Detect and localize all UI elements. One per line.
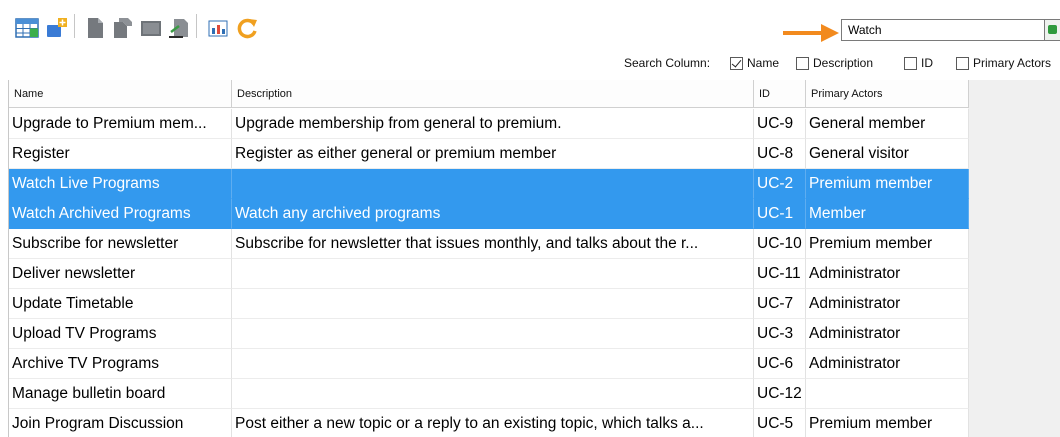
column-header-description[interactable]: Description: [232, 80, 754, 108]
table-row[interactable]: Upgrade to Premium mem... Upgrade members…: [9, 109, 969, 139]
table-row[interactable]: Join Program Discussion Post either a new…: [9, 409, 969, 437]
cell-id[interactable]: UC-7: [754, 289, 806, 319]
search-column-label: Search Column:: [624, 56, 711, 70]
export-icon[interactable]: [166, 15, 192, 41]
cell-id[interactable]: UC-3: [754, 319, 806, 349]
add-item-icon[interactable]: [44, 15, 70, 41]
table-row[interactable]: Archive TV Programs UC-6 Administrator: [9, 349, 969, 379]
cell-name[interactable]: Join Program Discussion: [9, 409, 232, 437]
cell-description[interactable]: Post either a new topic or a reply to an…: [232, 409, 754, 437]
cell-description[interactable]: [232, 349, 754, 379]
cell-name[interactable]: Watch Archived Programs: [9, 199, 232, 229]
cell-name[interactable]: Archive TV Programs: [9, 349, 232, 379]
search-column-primary-actors[interactable]: Primary Actors: [956, 54, 1051, 72]
checkbox-primary-actors[interactable]: [956, 57, 969, 70]
cell-primary-actors[interactable]: General visitor: [806, 139, 969, 169]
search-column-id[interactable]: ID: [904, 54, 933, 72]
cell-name[interactable]: Deliver newsletter: [9, 259, 232, 289]
toolbar-separator: [74, 14, 75, 38]
use-case-table: Name Description ID Primary Actors Upgra…: [8, 80, 969, 437]
cell-primary-actors[interactable]: Member: [806, 199, 969, 229]
cell-description[interactable]: Register as either general or premium me…: [232, 139, 754, 169]
cell-description[interactable]: [232, 289, 754, 319]
table-row[interactable]: Watch Live Programs UC-2 Premium member: [9, 169, 969, 199]
cell-id[interactable]: UC-11: [754, 259, 806, 289]
cell-primary-actors[interactable]: Administrator: [806, 349, 969, 379]
cell-description[interactable]: Subscribe for newsletter that issues mon…: [232, 229, 754, 259]
search-input[interactable]: [841, 19, 1045, 41]
search-go-icon: [1048, 25, 1057, 34]
column-header-primary-actors[interactable]: Primary Actors: [806, 80, 969, 108]
cell-name[interactable]: Subscribe for newsletter: [9, 229, 232, 259]
cell-description[interactable]: [232, 169, 754, 199]
cell-id[interactable]: UC-6: [754, 349, 806, 379]
cell-primary-actors[interactable]: Administrator: [806, 319, 969, 349]
checkbox-name[interactable]: [730, 57, 743, 70]
cell-description[interactable]: [232, 379, 754, 409]
table-row[interactable]: Manage bulletin board UC-12: [9, 379, 969, 409]
toolbar: [0, 0, 1060, 50]
table-row[interactable]: Watch Archived Programs Watch any archive…: [9, 199, 969, 229]
cell-description[interactable]: [232, 259, 754, 289]
table-row[interactable]: Register Register as either general or pr…: [9, 139, 969, 169]
table-row[interactable]: Subscribe for newsletter Subscribe for ne…: [9, 229, 969, 259]
cell-name[interactable]: Upload TV Programs: [9, 319, 232, 349]
table-header: Name Description ID Primary Actors: [9, 80, 969, 109]
cell-name[interactable]: Update Timetable: [9, 289, 232, 319]
table-row[interactable]: Update Timetable UC-7 Administrator: [9, 289, 969, 319]
cell-primary-actors[interactable]: Premium member: [806, 169, 969, 199]
cell-name[interactable]: Register: [9, 139, 232, 169]
image-document-icon[interactable]: [138, 15, 164, 41]
document-copy-icon[interactable]: [110, 15, 136, 41]
cell-id[interactable]: UC-8: [754, 139, 806, 169]
cell-primary-actors[interactable]: [806, 379, 969, 409]
checkbox-description[interactable]: [796, 57, 809, 70]
cell-primary-actors[interactable]: General member: [806, 109, 969, 139]
cell-primary-actors[interactable]: Administrator: [806, 259, 969, 289]
table-row[interactable]: Deliver newsletter UC-11 Administrator: [9, 259, 969, 289]
cell-primary-actors[interactable]: Premium member: [806, 229, 969, 259]
document-icon[interactable]: [82, 15, 108, 41]
cell-name[interactable]: Watch Live Programs: [9, 169, 232, 199]
cell-description[interactable]: Upgrade membership from general to premi…: [232, 109, 754, 139]
cell-id[interactable]: UC-5: [754, 409, 806, 437]
search-column-description[interactable]: Description: [796, 54, 873, 72]
cell-primary-actors[interactable]: Premium member: [806, 409, 969, 437]
table-empty-area: [968, 80, 1060, 437]
checkbox-id[interactable]: [904, 57, 917, 70]
table-row[interactable]: Upload TV Programs UC-3 Administrator: [9, 319, 969, 349]
column-header-id[interactable]: ID: [754, 80, 806, 108]
search-column-bar: Search Column: Name Description ID Prima…: [0, 52, 1060, 74]
arrow-right-icon: [783, 24, 839, 42]
search-column-name[interactable]: Name: [730, 54, 779, 72]
column-header-name[interactable]: Name: [9, 80, 232, 108]
cell-id[interactable]: UC-12: [754, 379, 806, 409]
table-grid-icon[interactable]: [14, 15, 40, 41]
cell-primary-actors[interactable]: Administrator: [806, 289, 969, 319]
refresh-icon[interactable]: [234, 15, 260, 41]
cell-description[interactable]: [232, 319, 754, 349]
cell-id[interactable]: UC-1: [754, 199, 806, 229]
search-go-button[interactable]: [1045, 19, 1060, 41]
cell-id[interactable]: UC-10: [754, 229, 806, 259]
cell-name[interactable]: Manage bulletin board: [9, 379, 232, 409]
chart-icon[interactable]: [206, 15, 232, 41]
cell-id[interactable]: UC-2: [754, 169, 806, 199]
cell-description[interactable]: Watch any archived programs: [232, 199, 754, 229]
cell-id[interactable]: UC-9: [754, 109, 806, 139]
cell-name[interactable]: Upgrade to Premium mem...: [9, 109, 232, 139]
toolbar-separator: [196, 14, 197, 38]
